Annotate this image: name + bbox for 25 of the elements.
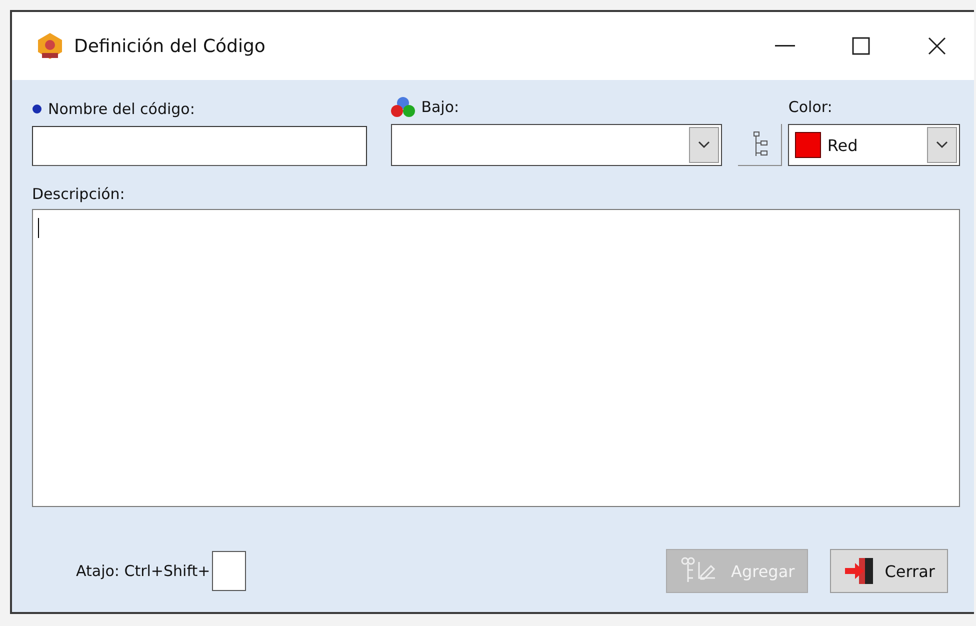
spheres-icon <box>391 96 416 118</box>
close-button[interactable]: Cerrar <box>830 549 948 593</box>
shortcut-key-field[interactable] <box>212 551 246 591</box>
maximize-icon <box>852 37 870 55</box>
field-label: Color: <box>788 98 832 116</box>
window-title: Definición del Código <box>74 36 266 56</box>
description-field[interactable] <box>32 209 960 507</box>
dropdown-field[interactable] <box>391 124 722 166</box>
color-dropdown[interactable]: Red <box>788 124 960 166</box>
color-value: Red <box>827 136 858 154</box>
app-logo-icon <box>36 32 64 60</box>
shortcut-label: Atajo: Ctrl+Shift+ <box>76 562 210 580</box>
text-cursor <box>38 218 39 238</box>
tree-button[interactable] <box>738 124 782 166</box>
chevron-down-icon <box>936 141 948 149</box>
chevron-down-icon <box>698 141 710 149</box>
field-label: Nombre del código: <box>48 100 195 118</box>
close-icon <box>928 37 946 55</box>
input-field[interactable] <box>32 126 368 166</box>
dropdown-arrow-button[interactable] <box>927 127 958 163</box>
minimize-icon <box>775 45 795 47</box>
field-label: Bajo: <box>421 98 460 116</box>
dropdown-arrow-button[interactable] <box>689 127 720 163</box>
tree-icon <box>752 130 768 158</box>
field-label: Descripción: <box>32 185 125 203</box>
